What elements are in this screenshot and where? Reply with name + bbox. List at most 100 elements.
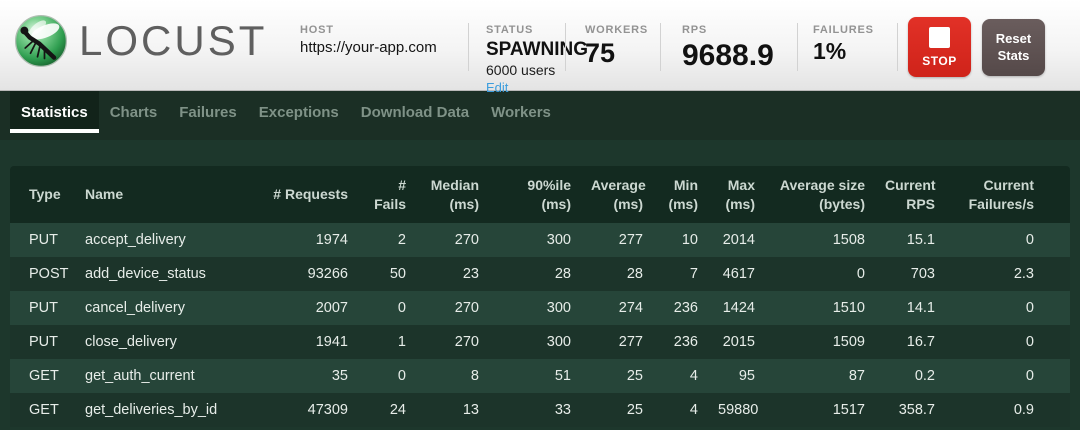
stop-button[interactable]: STOP — [908, 17, 971, 77]
table-cell: 1510 — [775, 291, 885, 325]
divider — [660, 23, 661, 71]
failures-block: FAILURES 1% — [813, 24, 874, 64]
table-cell: PUT — [10, 223, 85, 257]
status-label: STATUS — [486, 24, 588, 36]
table-cell: 15.1 — [885, 223, 955, 257]
table-cell: 2007 — [265, 291, 368, 325]
table-cell: GET — [10, 359, 85, 393]
table-cell: 4 — [663, 393, 718, 427]
stats-table-body: PUTaccept_delivery1974227030027710201415… — [10, 223, 1070, 427]
column-header-current-rps[interactable]: Current RPS — [885, 166, 955, 223]
statistics-table: Type Name # Requests # Fails Median (ms)… — [10, 166, 1070, 427]
tab-download-data[interactable]: Download Data — [350, 91, 480, 133]
reset-stats-button[interactable]: Reset Stats — [982, 19, 1045, 76]
table-cell: 358.7 — [885, 393, 955, 427]
column-header-min[interactable]: Min (ms) — [663, 166, 718, 223]
table-cell: 16.7 — [885, 325, 955, 359]
table-cell: 2015 — [718, 325, 775, 359]
table-cell: 0.2 — [885, 359, 955, 393]
table-row: GETget_auth_current35085125495870.20 — [10, 359, 1070, 393]
table-cell: 0 — [955, 223, 1070, 257]
table-cell: 300 — [499, 325, 591, 359]
table-cell: 2014 — [718, 223, 775, 257]
column-header-median[interactable]: Median (ms) — [426, 166, 499, 223]
table-row: PUTcancel_delivery2007027030027423614241… — [10, 291, 1070, 325]
tab-bar: Statistics Charts Failures Exceptions Do… — [0, 91, 1080, 140]
column-header-90pct[interactable]: 90%ile (ms) — [499, 166, 591, 223]
tab-statistics[interactable]: Statistics — [10, 91, 99, 133]
tab-exceptions[interactable]: Exceptions — [248, 91, 350, 133]
table-cell: 28 — [499, 257, 591, 291]
table-cell: 1508 — [775, 223, 885, 257]
column-header-fails[interactable]: # Fails — [368, 166, 426, 223]
table-cell: 300 — [499, 223, 591, 257]
table-cell: 2 — [368, 223, 426, 257]
table-cell: 13 — [426, 393, 499, 427]
locust-logo: LOCUST — [13, 13, 267, 69]
table-cell: 2.3 — [955, 257, 1070, 291]
failures-value: 1% — [813, 39, 874, 64]
table-cell: 93266 — [265, 257, 368, 291]
table-cell: 300 — [499, 291, 591, 325]
table-cell: 270 — [426, 223, 499, 257]
column-header-avg-size[interactable]: Average size (bytes) — [775, 166, 885, 223]
table-row: PUTaccept_delivery1974227030027710201415… — [10, 223, 1070, 257]
table-cell: cancel_delivery — [85, 291, 265, 325]
workers-label: WORKERS — [585, 24, 648, 36]
table-cell: 35 — [265, 359, 368, 393]
host-label: HOST — [300, 24, 437, 36]
tab-failures[interactable]: Failures — [168, 91, 248, 133]
table-cell: close_delivery — [85, 325, 265, 359]
rps-block: RPS 9688.9 — [682, 24, 774, 72]
table-cell: 0 — [955, 291, 1070, 325]
table-cell: 1424 — [718, 291, 775, 325]
tab-workers[interactable]: Workers — [480, 91, 562, 133]
table-cell: 270 — [426, 291, 499, 325]
locust-wordmark: LOCUST — [79, 20, 267, 62]
column-header-type[interactable]: Type — [10, 166, 85, 223]
column-header-name[interactable]: Name — [85, 166, 265, 223]
host-block: HOST https://your-app.com — [300, 24, 437, 56]
column-header-max[interactable]: Max (ms) — [718, 166, 775, 223]
table-cell: 50 — [368, 257, 426, 291]
table-cell: 0 — [368, 359, 426, 393]
table-cell: 4617 — [718, 257, 775, 291]
rps-label: RPS — [682, 24, 774, 36]
table-cell: 10 — [663, 223, 718, 257]
divider — [897, 23, 898, 71]
table-cell: 33 — [499, 393, 591, 427]
column-header-current-failures[interactable]: Current Failures/s — [955, 166, 1070, 223]
table-cell: 14.1 — [885, 291, 955, 325]
table-cell: 95 — [718, 359, 775, 393]
table-cell: POST — [10, 257, 85, 291]
table-cell: 28 — [591, 257, 663, 291]
table-cell: 703 — [885, 257, 955, 291]
table-cell: 274 — [591, 291, 663, 325]
table-cell: 236 — [663, 325, 718, 359]
column-header-requests[interactable]: # Requests — [265, 166, 368, 223]
divider — [797, 23, 798, 71]
statistics-panel: Type Name # Requests # Fails Median (ms)… — [0, 140, 1080, 430]
table-cell: 25 — [591, 359, 663, 393]
column-header-average[interactable]: Average (ms) — [591, 166, 663, 223]
table-cell: 87 — [775, 359, 885, 393]
status-value: SPAWNING — [486, 39, 588, 61]
table-cell: add_device_status — [85, 257, 265, 291]
table-row: POSTadd_device_status9326650232828746170… — [10, 257, 1070, 291]
table-cell: accept_delivery — [85, 223, 265, 257]
table-cell: 0 — [955, 325, 1070, 359]
table-cell: 277 — [591, 325, 663, 359]
table-row: GETget_deliveries_by_id47309241333254598… — [10, 393, 1070, 427]
table-cell: 47309 — [265, 393, 368, 427]
table-cell: 1509 — [775, 325, 885, 359]
table-row: PUTclose_delivery19411270300277236201515… — [10, 325, 1070, 359]
workers-block: WORKERS 75 — [585, 24, 648, 69]
table-cell: PUT — [10, 291, 85, 325]
table-cell: 23 — [426, 257, 499, 291]
table-cell: 4 — [663, 359, 718, 393]
tab-charts[interactable]: Charts — [99, 91, 169, 133]
host-value: https://your-app.com — [300, 39, 437, 56]
table-cell: 8 — [426, 359, 499, 393]
table-cell: GET — [10, 393, 85, 427]
table-cell: get_deliveries_by_id — [85, 393, 265, 427]
